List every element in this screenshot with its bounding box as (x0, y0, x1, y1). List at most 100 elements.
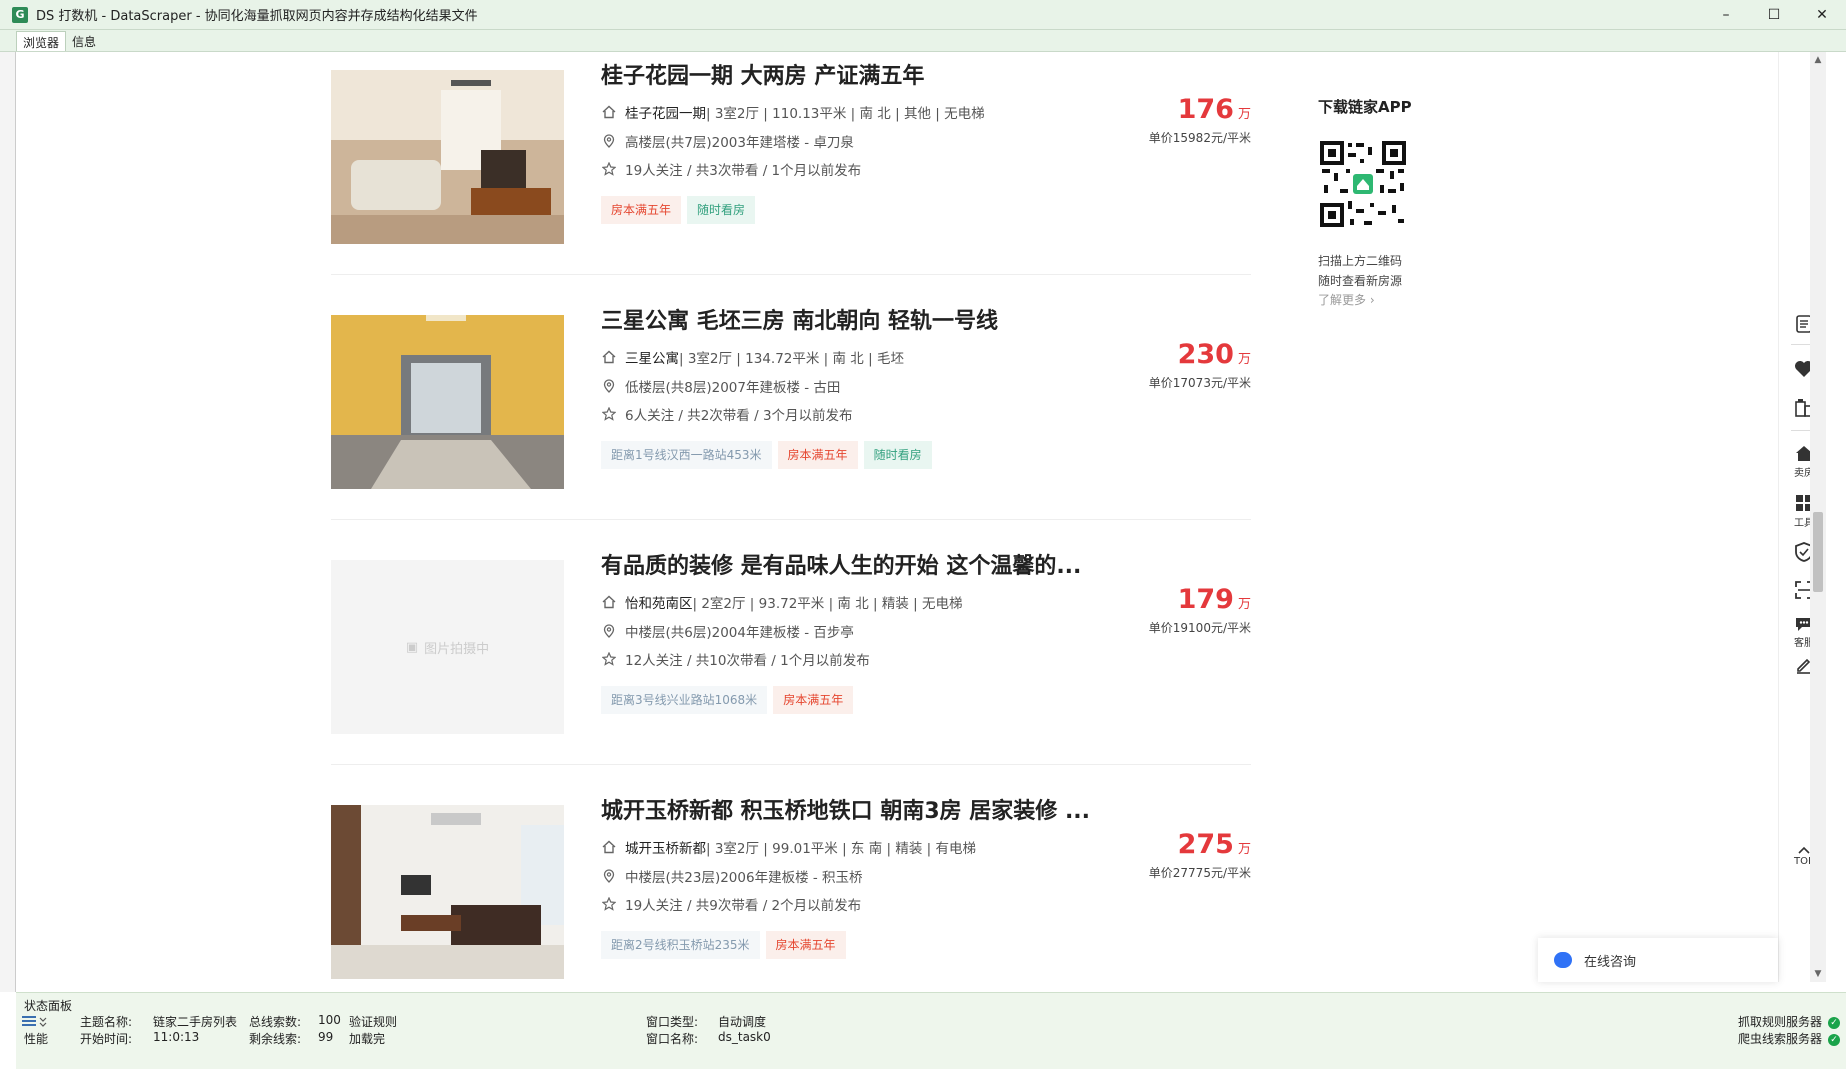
clue-server-status: 爬虫线索服务器 ✓ (1738, 1030, 1840, 1047)
house-icon (601, 839, 617, 855)
price-block: 275 万单价27775元/平米 (1149, 829, 1251, 881)
online-consult-label: 在线咨询 (1584, 954, 1637, 970)
chat-bubble-icon (1554, 952, 1572, 968)
window-type-value: 自动调度 (718, 1015, 767, 1029)
listing-tag: 随时看房 (863, 441, 932, 469)
house-info: 城开玉桥新都 | 3室2厅 | 99.01平米 | 东 南 | 精装 | 有电梯 (601, 837, 976, 857)
position-info-text[interactable]: 高楼层(共7层)2003年建塔楼 - 卓刀泉 (625, 131, 854, 151)
listing-title[interactable]: 三星公寓 毛坯三房 南北朝向 轻轨一号线 (601, 303, 998, 335)
listing-photo[interactable] (331, 315, 564, 489)
listing-tag: 房本满五年 (601, 196, 682, 224)
star-icon (601, 406, 617, 422)
follow-info: 19人关注 / 共3次带看 / 1个月以前发布 (601, 159, 861, 179)
performance-icon[interactable] (22, 1015, 52, 1030)
total-price: 176 (1177, 94, 1234, 125)
price-unit: 万 (1237, 597, 1251, 612)
listing-card[interactable]: 桂子花园一期 大两房 产证满五年桂子花园一期 | 3室2厅 | 110.13平米… (331, 58, 1251, 303)
remaining-clues-label: 剩余线索: (249, 1032, 302, 1046)
photo-placeholder-text: 图片拍摄中 (424, 641, 490, 657)
app-promo-heading: 下载链家APP (1318, 98, 1412, 116)
follow-info-text: 12人关注 / 共10次带看 / 1个月以前发布 (625, 653, 870, 669)
close-button[interactable]: ✕ (1798, 0, 1846, 30)
location-pin-icon (601, 378, 617, 394)
window-title: DS 打数机 - DataScraper - 协同化海量抓取网页内容并存成结构化… (36, 9, 478, 24)
follow-info-text: 19人关注 / 共3次带看 / 1个月以前发布 (625, 163, 862, 179)
community-link[interactable]: 桂子花园一期 (625, 102, 706, 122)
house-icon (601, 594, 617, 610)
star-icon (601, 896, 617, 912)
performance-label: 性能 (24, 1032, 49, 1046)
listing-photo[interactable] (331, 70, 564, 244)
tab-info[interactable]: 信息 (66, 31, 102, 51)
price-unit: 万 (1237, 107, 1251, 122)
listing-title[interactable]: 有品质的装修 是有品味人生的开始 这个温馨的... (601, 548, 1081, 580)
scrollbar-thumb[interactable] (1813, 512, 1823, 592)
status-panel-title: 状态面板 (24, 999, 73, 1013)
position-info-text[interactable]: 中楼层(共23层)2006年建板楼 - 积玉桥 (625, 866, 863, 886)
follow-info: 19人关注 / 共9次带看 / 2个月以前发布 (601, 894, 861, 914)
status-panel: 状态面板 性能 主题名称: 链家二手房列表 总线索数: 100 验证规则 开始时… (16, 992, 1846, 1069)
theme-label: 主题名称: (80, 1015, 133, 1029)
position-info: 高楼层(共7层)2003年建塔楼 - 卓刀泉 (601, 131, 854, 151)
community-link[interactable]: 怡和苑南区 (625, 592, 693, 612)
unit-price: 单价15982元/平米 (1148, 131, 1251, 145)
community-link[interactable]: 城开玉桥新都 (625, 837, 706, 857)
scroll-up-icon[interactable]: ▲ (1810, 52, 1826, 68)
minimize-button[interactable]: – (1702, 0, 1750, 30)
remaining-clues-value: 99 (318, 1030, 334, 1044)
listing-photo[interactable] (331, 805, 564, 979)
listing-tag: 距离1号线汉西一路站453米 (601, 441, 772, 469)
position-info: 中楼层(共6层)2004年建板楼 - 百步亭 (601, 621, 854, 641)
listing-tag: 随时看房 (687, 196, 756, 224)
window-type-label: 窗口类型: (646, 1015, 699, 1029)
location-pin-icon (601, 868, 617, 884)
follow-info-text: 6人关注 / 共2次带看 / 3个月以前发布 (625, 408, 853, 424)
listing-tags: 房本满五年 随时看房 (601, 196, 761, 224)
maximize-button[interactable]: ☐ (1750, 0, 1798, 30)
vertical-scrollbar[interactable]: ▲ ▼ (1810, 52, 1826, 982)
listing-title[interactable]: 城开玉桥新都 积玉桥地铁口 朝南3房 居家装修 ... (601, 793, 1090, 825)
unit-price: 单价17073元/平米 (1148, 376, 1251, 390)
house-info: 怡和苑南区 | 2室2厅 | 93.72平米 | 南 北 | 精装 | 无电梯 (601, 592, 962, 612)
app-promo-more-link[interactable]: 了解更多 › (1318, 291, 1458, 308)
position-info-text[interactable]: 低楼层(共8层)2007年建板楼 - 古田 (625, 376, 840, 396)
listing-title[interactable]: 桂子花园一期 大两房 产证满五年 (601, 58, 924, 90)
listing-divider (331, 274, 1251, 275)
window-titlebar: G DS 打数机 - DataScraper - 协同化海量抓取网页内容并存成结… (0, 0, 1846, 30)
verify-rules-link[interactable]: 验证规则 (349, 1013, 397, 1030)
position-info-text[interactable]: 中楼层(共6层)2004年建板楼 - 百步亭 (625, 621, 854, 641)
listing-tags: 距离3号线兴业路站1068米 房本满五年 (601, 686, 859, 714)
position-info: 低楼层(共8层)2007年建板楼 - 古田 (601, 376, 840, 396)
follow-info-text: 19人关注 / 共9次带看 / 2个月以前发布 (625, 898, 862, 914)
listing-tag: 房本满五年 (765, 931, 846, 959)
scroll-down-icon[interactable]: ▼ (1810, 966, 1826, 982)
star-icon (601, 651, 617, 667)
follow-info: 12人关注 / 共10次带看 / 1个月以前发布 (601, 649, 870, 669)
listing-card[interactable]: 三星公寓 毛坯三房 南北朝向 轻轨一号线三星公寓 | 3室2厅 | 134.72… (331, 303, 1251, 548)
follow-info: 6人关注 / 共2次带看 / 3个月以前发布 (601, 404, 853, 424)
listing-photo-placeholder[interactable]: ▣ 图片拍摄中 (331, 560, 564, 734)
house-info-text: | 3室2厅 | 134.72平米 | 南 北 | 毛坯 (679, 351, 904, 367)
house-info-text: | 3室2厅 | 99.01平米 | 东 南 | 精装 | 有电梯 (706, 841, 976, 857)
listing-tags: 距离2号线积玉桥站235米 房本满五年 (601, 931, 852, 959)
listing-card[interactable]: ▣ 图片拍摄中 有品质的装修 是有品味人生的开始 这个温馨的... 怡和苑南区 | 2… (331, 548, 1251, 793)
listing-tag: 房本满五年 (773, 686, 854, 714)
community-link[interactable]: 三星公寓 (625, 347, 679, 367)
price-block: 179 万单价19100元/平米 (1149, 584, 1251, 636)
check-icon: ✓ (1828, 1016, 1840, 1029)
check-icon: ✓ (1828, 1033, 1840, 1046)
house-info: 桂子花园一期 | 3室2厅 | 110.13平米 | 南 北 | 其他 | 无电… (601, 102, 985, 122)
total-price: 179 (1177, 584, 1234, 615)
start-time-label: 开始时间: (80, 1032, 133, 1046)
total-price: 230 (1177, 339, 1234, 370)
listing-tags: 距离1号线汉西一路站453米 房本满五年 随时看房 (601, 441, 938, 469)
theme-value: 链家二手房列表 (153, 1015, 238, 1029)
start-time-value: 11:0:13 (153, 1030, 200, 1044)
house-info-text: | 2室2厅 | 93.72平米 | 南 北 | 精装 | 无电梯 (692, 596, 963, 612)
house-info-text: | 3室2厅 | 110.13平米 | 南 北 | 其他 | 无电梯 (706, 106, 985, 122)
listing-tag: 距离2号线积玉桥站235米 (601, 931, 760, 959)
location-pin-icon (601, 133, 617, 149)
left-splitter[interactable] (0, 52, 16, 992)
online-consult-button[interactable]: 在线咨询 (1538, 938, 1778, 982)
tab-browser[interactable]: 浏览器 (16, 31, 67, 51)
